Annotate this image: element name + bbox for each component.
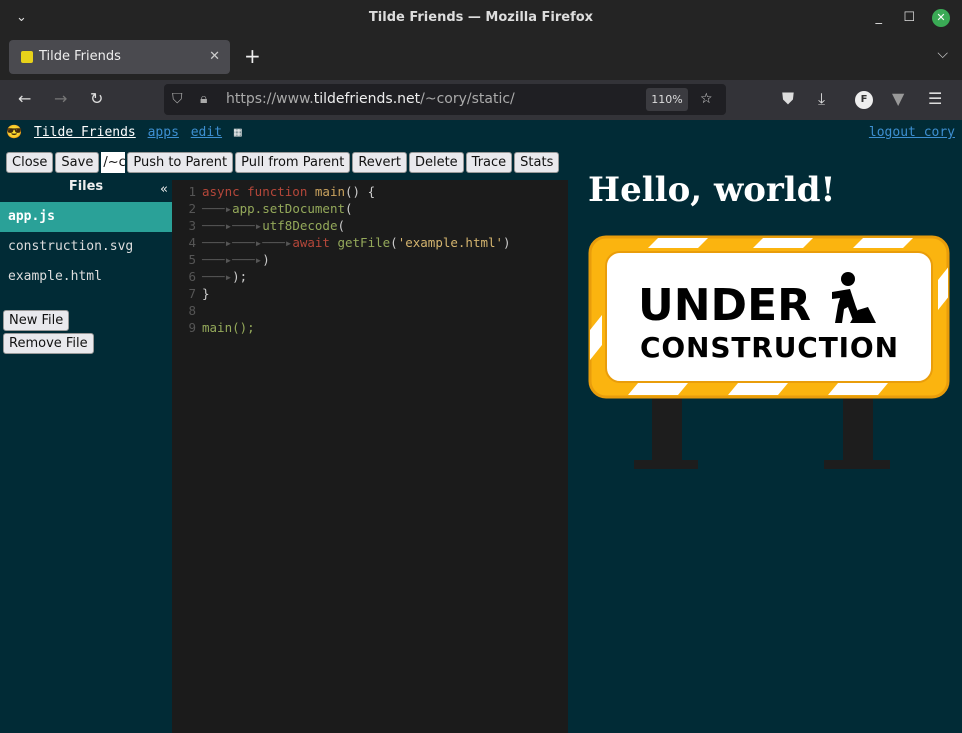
code-line: 3 ───▸───▸utf8Decode( [188,218,346,233]
url-prefix: https://www. [226,91,314,107]
lock-icon[interactable]: 🔒︎ [200,84,207,115]
account-icon[interactable]: F [855,91,873,109]
minimize-icon[interactable]: _ [876,0,883,36]
url-bar[interactable]: ⛉ 🔒︎ https://www.tildefriends.net/~cory/… [164,84,726,115]
edit-link[interactable]: edit [191,125,222,140]
tab-bar: Tilde Friends ✕ + ⌵ [0,36,962,80]
code-line-text: main(); [202,320,255,335]
page-content: 😎 Tilde Friends apps edit ▦ logout cory … [0,120,962,733]
sign-leg [652,395,682,460]
code-line: 5 ───▸───▸) [188,252,270,267]
back-icon[interactable]: ← [18,89,31,108]
code-line: 8 [188,303,196,318]
delete-button[interactable]: Delete [408,152,464,173]
pocket-icon[interactable]: ⛊ [782,89,794,109]
push-to-parent-button[interactable]: Push to Parent [127,152,234,173]
nav-bar: ← → ↻ ⛉ 🔒︎ https://www.tildefriends.net/… [0,80,962,120]
url-domain: tildefriends.net [313,91,421,107]
code-line: 7} [188,286,210,301]
tab-label: Tilde Friends [39,49,121,64]
extension-icon[interactable]: ▼ [892,89,904,108]
file-item[interactable]: construction.svg [0,232,172,262]
stats-button[interactable]: Stats [514,152,560,173]
pull-from-parent-button[interactable]: Pull from Parent [235,152,351,173]
maximize-icon[interactable]: ☐ [903,0,915,36]
code-line: 1 async function main() { [188,184,376,199]
collapse-files-button[interactable]: « [160,182,168,197]
zoom-level[interactable]: 110% [646,88,688,111]
sign-text-construction: CONSTRUCTION [640,331,898,364]
list-tabs-icon[interactable]: ⌵ [937,46,948,62]
logout-link[interactable]: logout cory [869,125,955,140]
reload-icon[interactable]: ↻ [90,89,103,108]
brand-link[interactable]: Tilde Friends [34,125,136,140]
download-icon[interactable]: ⤓ [818,89,825,109]
grid-icon[interactable]: ▦ [234,125,242,140]
file-item[interactable]: example.html [0,262,172,292]
code-line: 4 ───▸───▸───▸await getFile('example.html… [188,235,511,250]
sign-text-under: UNDER [638,280,811,331]
app-header: 😎 Tilde Friends apps edit ▦ [6,125,242,140]
files-title: Files [68,179,104,194]
trace-button[interactable]: Trace [465,152,513,173]
under-construction-sign: UNDER CONSTRUCTION [588,235,950,469]
code-line: 6 ───▸); [188,269,248,284]
close-button[interactable]: Close [6,152,54,173]
new-file-button[interactable]: New File [3,310,70,331]
code-editor[interactable]: 1 async function main() { 2 ───▸app.setDoc… [172,180,568,733]
remove-file-button[interactable]: Remove File [3,333,94,354]
save-button[interactable]: Save [55,152,100,173]
code-line: 2 ───▸app.setDocument( [188,201,353,216]
menu-icon[interactable]: ☰ [928,89,942,108]
file-item[interactable]: app.js [0,202,172,232]
url-path: /~cory/static/ [420,91,515,107]
forward-icon[interactable]: → [54,89,67,108]
bookmark-star-icon[interactable]: ☆ [700,84,713,115]
close-tab-icon[interactable]: ✕ [209,40,220,74]
new-tab-icon[interactable]: + [244,44,261,68]
path-input[interactable]: /~cory/static [101,152,126,173]
sign-leg [843,395,873,460]
close-window-icon[interactable]: ✕ [932,9,950,27]
editor-toolbar: Close Save /~cory/static Push to Parent … [6,152,560,173]
app-preview: Hello, world! UNDER CONSTRUCTION [568,170,962,733]
window-title: Tilde Friends — Mozilla Firefox [368,10,594,25]
revert-button[interactable]: Revert [352,152,407,173]
title-bar: ⌄ Tilde Friends — Mozilla Firefox _ ☐ ✕ [0,0,962,36]
apps-link[interactable]: apps [148,125,179,140]
preview-heading: Hello, world! [588,170,836,210]
code-line: 9 main(); [188,320,255,335]
shield-icon[interactable]: ⛉ [172,84,183,115]
window-menu-icon[interactable]: ⌄ [16,0,27,36]
tab-tilde-friends[interactable]: Tilde Friends ✕ [9,40,230,74]
favicon-icon [21,51,33,63]
sunglasses-emoji-icon: 😎 [6,125,23,140]
files-panel: Files « app.js construction.svg example.… [0,179,172,354]
